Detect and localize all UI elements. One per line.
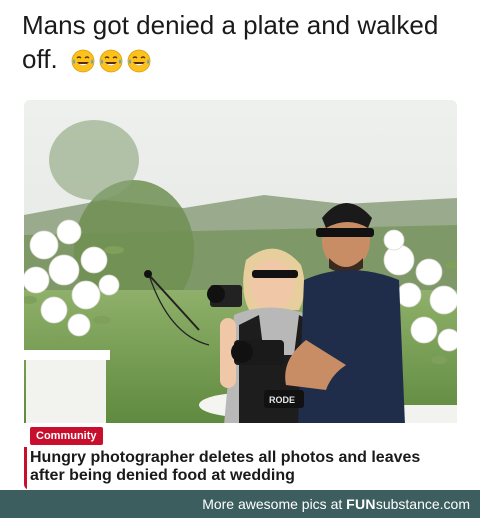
wedding-photo: RODE bbox=[24, 100, 457, 423]
category-badge[interactable]: Community bbox=[30, 427, 103, 445]
emoji-row bbox=[71, 49, 151, 73]
tears-of-joy-icon bbox=[71, 49, 95, 73]
brand-substance: substance bbox=[375, 496, 440, 512]
watermark-footer: More awesome pics at FUNsubstance.com bbox=[0, 490, 480, 518]
footer-prefix: More awesome pics at bbox=[202, 496, 347, 512]
news-card: RODE Community Hungry photographer delet… bbox=[24, 100, 457, 490]
accent-divider bbox=[24, 447, 27, 490]
rode-mic-label: RODE bbox=[269, 395, 295, 405]
post-caption: Mans got denied a plate and walked off. bbox=[22, 8, 462, 76]
brand-fun: FUN bbox=[346, 496, 376, 512]
article-headline[interactable]: Hungry photographer deletes all photos a… bbox=[30, 449, 450, 485]
brand-domain: .com bbox=[439, 496, 470, 512]
photo-illustration: RODE bbox=[24, 100, 457, 423]
tears-of-joy-icon bbox=[127, 49, 151, 73]
tears-of-joy-icon bbox=[99, 49, 123, 73]
article-block[interactable]: Community Hungry photographer deletes al… bbox=[24, 423, 457, 490]
